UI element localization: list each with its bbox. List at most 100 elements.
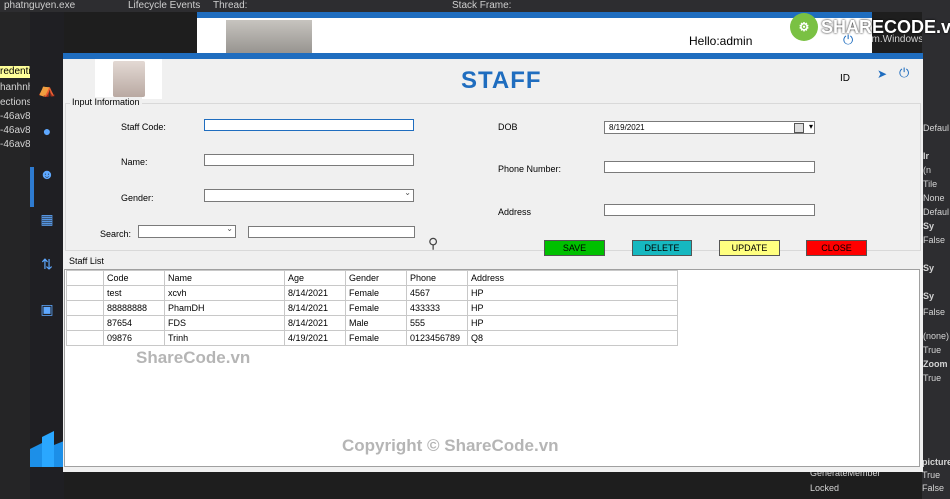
- prop-value: Sy: [923, 263, 935, 273]
- ide-stack-frame[interactable]: Stack Frame:: [452, 0, 511, 12]
- greeting-label: Hello:admin: [689, 34, 753, 48]
- prop-value: Defaul: [923, 123, 950, 133]
- column-header[interactable]: Age: [284, 270, 346, 286]
- column-header[interactable]: Code: [103, 270, 165, 286]
- building-icon[interactable]: ▦: [38, 210, 56, 228]
- id-label: ID: [840, 73, 850, 84]
- save-button[interactable]: SAVE: [544, 240, 605, 256]
- chevron-down-icon: ▾: [808, 122, 813, 131]
- column-header[interactable]: Phone: [406, 270, 468, 286]
- table-row[interactable]: 88888888 PhamDH 8/14/2021 Female 433333 …: [66, 300, 678, 316]
- watermark-bottom: Copyright © ShareCode.vn: [342, 436, 559, 455]
- delete-button[interactable]: DELETE: [632, 240, 692, 256]
- prop-value: Sy: [923, 221, 935, 231]
- cell-age[interactable]: 4/19/2021: [284, 330, 346, 346]
- column-header[interactable]: Name: [164, 270, 285, 286]
- row-header-cell[interactable]: [66, 330, 104, 346]
- cell-code[interactable]: 09876: [103, 330, 165, 346]
- gender-label: Gender:: [121, 193, 154, 203]
- prop-value: None: [923, 193, 945, 203]
- cell-name[interactable]: FDS: [164, 315, 285, 331]
- app-logo-icon: [30, 431, 64, 467]
- ide-lifecycle[interactable]: Lifecycle Events: [128, 0, 200, 12]
- phone-input[interactable]: [604, 161, 815, 173]
- staff-list-title: Staff List: [69, 256, 104, 266]
- cell-address[interactable]: HP: [467, 315, 678, 331]
- cell-phone[interactable]: 433333: [406, 300, 468, 316]
- ide-properties-panel: Defaul Ir (n Tile None Defaul Sy False S…: [922, 12, 950, 499]
- prop-value: True: [922, 470, 941, 480]
- prop-value: Ir: [923, 151, 930, 161]
- search-field-select[interactable]: ⌄: [138, 224, 236, 238]
- staff-photo: [95, 59, 162, 99]
- cell-gender[interactable]: Female: [345, 330, 407, 346]
- row-header-cell[interactable]: [66, 300, 104, 316]
- table-row[interactable]: 09876 Trinh 4/19/2021 Female 0123456789 …: [66, 330, 678, 346]
- prop-name: Locked: [810, 483, 840, 493]
- address-label: Address: [498, 207, 532, 217]
- chevron-down-icon: ⌄: [226, 224, 233, 233]
- phone-label: Phone Number:: [498, 164, 562, 174]
- transfer-icon[interactable]: ⇅: [38, 255, 56, 273]
- staff-photo-image: [113, 61, 145, 97]
- row-header-cell[interactable]: [66, 315, 104, 331]
- cell-address[interactable]: HP: [467, 300, 678, 316]
- search-icon[interactable]: ⚲: [428, 235, 442, 251]
- user-icon[interactable]: ●: [38, 122, 56, 140]
- row-header-cell[interactable]: [66, 285, 104, 301]
- column-header[interactable]: Address: [467, 270, 678, 286]
- cell-name[interactable]: PhamDH: [164, 300, 285, 316]
- ide-process[interactable]: phatnguyen.exe: [4, 0, 75, 12]
- name-label: Name:: [121, 157, 148, 167]
- cell-code[interactable]: 87654: [103, 315, 165, 331]
- close-button[interactable]: CLOSE: [806, 240, 867, 256]
- active-indicator: [30, 167, 34, 207]
- calendar-icon[interactable]: [794, 123, 804, 133]
- cell-gender[interactable]: Female: [345, 285, 407, 301]
- prop-value: False: [923, 235, 946, 245]
- table-header-row: Code Name Age Gender Phone Address: [66, 270, 678, 286]
- cell-gender[interactable]: Female: [345, 300, 407, 316]
- cell-age[interactable]: 8/14/2021: [284, 300, 346, 316]
- prop-value: Tile: [923, 179, 938, 189]
- cell-address[interactable]: HP: [467, 285, 678, 301]
- page-title: STAFF: [461, 67, 542, 94]
- ide-thread[interactable]: Thread:: [213, 0, 247, 12]
- column-header[interactable]: Gender: [345, 270, 407, 286]
- cell-address[interactable]: Q8: [467, 330, 678, 346]
- bank-icon[interactable]: ⛺: [38, 80, 56, 98]
- dob-datepicker[interactable]: 8/19/2021 ▾: [604, 121, 815, 134]
- dashboard-sidebar: ⛺ ● ☻ ▦ ⇅ ▣: [30, 12, 64, 499]
- main-window: Hello:admin ⏻: [197, 12, 872, 60]
- table-row[interactable]: 87654 FDS 8/14/2021 Male 555 HP: [66, 315, 678, 331]
- row-header-cell: [66, 270, 104, 286]
- cell-age[interactable]: 8/14/2021: [284, 285, 346, 301]
- staff-code-label: Staff Code:: [121, 122, 166, 132]
- gender-select[interactable]: ⌄: [204, 188, 414, 202]
- cell-phone[interactable]: 4567: [406, 285, 468, 301]
- cell-code[interactable]: test: [103, 285, 165, 301]
- cell-name[interactable]: xcvh: [164, 285, 285, 301]
- cell-code[interactable]: 88888888: [103, 300, 165, 316]
- watermark-center: ShareCode.vn: [136, 348, 251, 367]
- cell-age[interactable]: 8/14/2021: [284, 315, 346, 331]
- cell-gender[interactable]: Male: [345, 315, 407, 331]
- update-button[interactable]: UPDATE: [719, 240, 780, 256]
- staff-form: STAFF ID ➤ ⏻ Input Information Staff Cod…: [63, 53, 923, 472]
- table-row[interactable]: test xcvh 8/14/2021 Female 4567 HP: [66, 285, 678, 301]
- group-title: Input Information: [70, 97, 142, 107]
- search-input[interactable]: [248, 226, 415, 238]
- name-input[interactable]: [204, 154, 414, 166]
- power-icon[interactable]: ⏻: [899, 65, 911, 80]
- cell-phone[interactable]: 0123456789: [406, 330, 468, 346]
- pin-icon[interactable]: ➤: [877, 67, 887, 81]
- address-input[interactable]: [604, 204, 815, 216]
- sharecode-logo: ⚙ SHARECODE.vn: [790, 11, 950, 43]
- staff-code-input[interactable]: [204, 119, 414, 131]
- document-icon[interactable]: ▣: [38, 300, 56, 318]
- staff-icon[interactable]: ☻: [38, 165, 56, 183]
- cell-phone[interactable]: 555: [406, 315, 468, 331]
- cell-name[interactable]: Trinh: [164, 330, 285, 346]
- chevron-down-icon: ⌄: [404, 188, 411, 197]
- ide-left-line: hanhnh: [0, 82, 34, 93]
